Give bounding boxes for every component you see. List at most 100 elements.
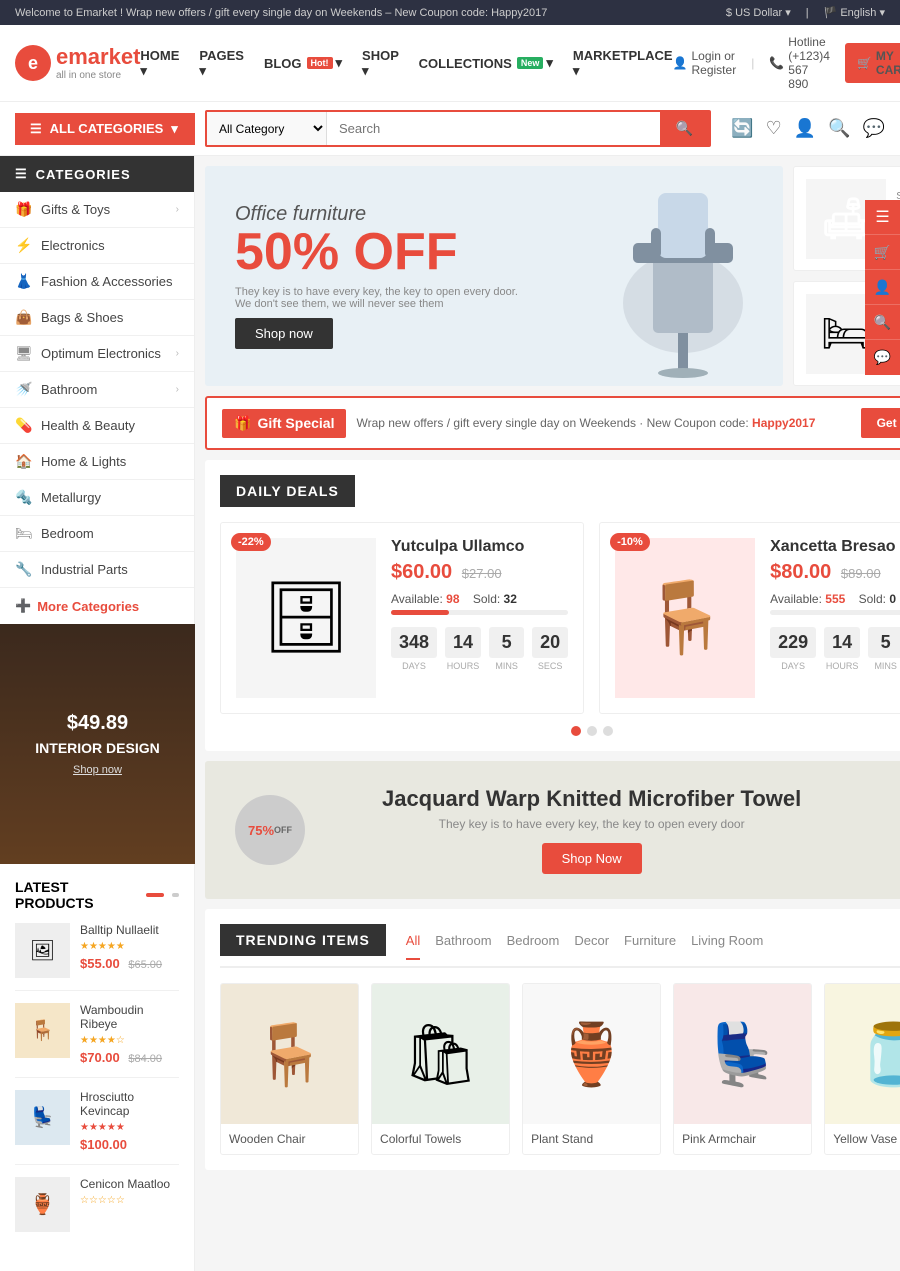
trending-tab-bathroom[interactable]: Bathroom [435,933,491,960]
timer-days-2: 229 DAYS [770,627,816,671]
search-input[interactable] [327,112,660,145]
sidebar-item-bathroom[interactable]: 🚿 Bathroom › [0,372,194,408]
nav-home[interactable]: HOME ▾ [140,48,179,79]
sidebar-item-industrial[interactable]: 🔧 Industrial Parts [0,552,194,588]
cart-button[interactable]: 0 🛒 MY CART – $0.00 [845,43,900,83]
sidebar-item-optimum[interactable]: 🖥 Optimum Electronics › [0,336,194,372]
trending-tab-bedroom[interactable]: Bedroom [507,933,560,960]
banner-title: INTERIOR DESIGN [35,740,159,756]
sidebar-banner[interactable]: $49.89 INTERIOR DESIGN Shop now [0,624,195,864]
wishlist-icon[interactable]: ♡ [766,118,782,139]
banner-shop-link[interactable]: Shop now [73,764,122,776]
industrial-icon: 🔧 [15,561,31,578]
deal-timer-1: 348 DAYS 14 HOURS 5 MINS [391,627,568,671]
promo-shop-button[interactable]: Shop Now [542,843,642,874]
sidebar-item-fashion[interactable]: 👗 Fashion & Accessories [0,264,194,300]
currency-selector[interactable]: $ US Dollar ▾ [726,6,791,19]
plus-icon: ➕ [15,598,31,614]
latest-product-1[interactable]: 🖼 Balltip Nullaelit ★★★★★ $55.00 $65.00 [15,923,179,991]
right-icon-chat[interactable]: 💬 [865,340,900,375]
nav-marketplace[interactable]: MARKETPLACE ▾ [573,48,673,79]
nav-blog[interactable]: BLOG Hot! ▾ [264,55,342,71]
search-button[interactable]: 🔍 [660,112,709,145]
trending-image-1: 🪑 [221,984,358,1124]
sidebar-item-gifts[interactable]: 🎁 Gifts & Toys › [0,192,194,228]
hero-shop-button[interactable]: Shop now [235,318,333,349]
chat-icon[interactable]: 💬 [863,118,885,139]
sidebar-item-bags[interactable]: 👜 Bags & Shoes [0,300,194,336]
trending-card-2[interactable]: 🛍 Colorful Towels [371,983,510,1155]
trending-tab-decor[interactable]: Decor [574,933,609,960]
deal-card-2[interactable]: -10% 🪑 Xancetta Bresao $80.00 $89.00 Ava… [599,522,900,714]
chevron-icon: › [176,204,179,215]
right-icon-cart[interactable]: 🛒 [865,235,900,270]
deal-info-1: Yutculpa Ullamco $60.00 $27.00 Available… [391,538,568,698]
gift-bar: 🎁 Gift Special Wrap new offers / gift ev… [205,396,900,450]
trending-tab-livingroom[interactable]: Living Room [691,933,763,960]
product-thumb: 🖼 [15,923,70,978]
more-categories-link[interactable]: ➕ More Categories [0,588,194,624]
get-coupon-button[interactable]: Get Coupon [861,408,900,438]
latest-product-4[interactable]: 🏺 Cenicon Maatloo ☆☆☆☆☆ [15,1177,179,1244]
right-icon-menu[interactable]: ☰ [865,200,900,235]
sidebar-item-electronics[interactable]: ⚡ Electronics [0,228,194,264]
sidebar-item-home[interactable]: 🏠 Home & Lights [0,444,194,480]
trending-image-3: 🏺 [523,984,660,1124]
deal-card-1[interactable]: -22% 🗄 Yutculpa Ullamco $60.00 $27.00 Av… [220,522,584,714]
refresh-icon[interactable]: 🔄 [731,118,753,139]
timer-mins-2: 5 MINS [868,627,900,671]
sidebar-item-metallurgy[interactable]: 🔩 Metallurgy [0,480,194,516]
category-select[interactable]: All Category Electronics Fashion Bags & … [207,112,327,145]
deal-name-2: Xancetta Bresao [770,538,900,556]
all-categories-button[interactable]: ☰ ALL CATEGORIES ▾ [15,113,195,145]
health-icon: 💊 [15,417,31,434]
chevron-icon-3: › [176,384,179,395]
trending-card-3[interactable]: 🏺 Plant Stand [522,983,661,1155]
header-actions: 👤 Login or Register | 📞 Hotline (+123)4 … [673,35,900,91]
latest-product-2[interactable]: 🪑 Wamboudin Ribeye ★★★★☆ $70.00 $84.00 [15,1003,179,1078]
top-bar: Welcome to Emarket ! Wrap new offers / g… [0,0,900,25]
trending-card-1[interactable]: 🪑 Wooden Chair [220,983,359,1155]
dot-inactive [172,893,179,897]
daily-deals-header: DAILY DEALS ‹ › [220,475,900,507]
language-selector[interactable]: 🏴 English ▾ [824,6,885,19]
search-wrap: All Category Electronics Fashion Bags & … [205,110,711,147]
metallurgy-icon: 🔩 [15,489,31,506]
trending-header: TRENDING ITEMS All Bathroom Bedroom Deco… [220,924,900,968]
product-stars: ★★★★☆ [80,1035,179,1046]
trending-tab-all[interactable]: All [406,933,420,960]
deal-dot-1[interactable] [571,726,581,736]
deal-badge-2: -10% [610,533,650,551]
right-icon-user[interactable]: 👤 [865,270,900,305]
search-bar: ☰ ALL CATEGORIES ▾ All Category Electron… [0,102,900,156]
trending-tab-furniture[interactable]: Furniture [624,933,676,960]
deal-price-old-1: $27.00 [462,566,502,581]
timer-days-1: 348 DAYS [391,627,437,671]
product-price: $55.00 [80,956,120,971]
left-column: ☰ CATEGORIES 🎁 Gifts & Toys › ⚡ Electron… [0,156,195,1271]
trending-card-4[interactable]: 💺 Pink Armchair [673,983,812,1155]
deal-image-1: 🗄 [236,538,376,698]
hotline-link[interactable]: 📞 Hotline (+123)4 567 890 [769,35,830,91]
latest-product-3[interactable]: 💺 Hrosciutto Kevincap ★★★★★ $100.00 [15,1090,179,1165]
deal-dot-2[interactable] [587,726,597,736]
sidebar-item-health[interactable]: 💊 Health & Beauty [0,408,194,444]
trending-image-4: 💺 [674,984,811,1124]
dot-active [146,893,164,897]
right-icon-search[interactable]: 🔍 [865,305,900,340]
gift-text: Wrap new offers / gift every single day … [356,416,850,430]
bathroom-icon: 🚿 [15,381,31,398]
deal-dot-3[interactable] [603,726,613,736]
trending-card-5[interactable]: 🫙 Yellow Vase [824,983,900,1155]
search-icon[interactable]: 🔍 [828,118,850,139]
collections-badge: New [517,57,544,69]
promo-title: Jacquard Warp Knitted Microfiber Towel [245,786,900,812]
login-link[interactable]: 👤 Login or Register [673,49,737,77]
nav-collections[interactable]: COLLECTIONS New ▾ [419,55,553,71]
sidebar-item-bedroom[interactable]: 🛏 Bedroom [0,516,194,552]
nav-pages[interactable]: PAGES ▾ [199,48,244,79]
trending-image-5: 🫙 [825,984,900,1124]
nav-shop[interactable]: SHOP ▾ [362,48,399,79]
tagline: all in one store [56,70,140,81]
user-icon[interactable]: 👤 [794,118,816,139]
